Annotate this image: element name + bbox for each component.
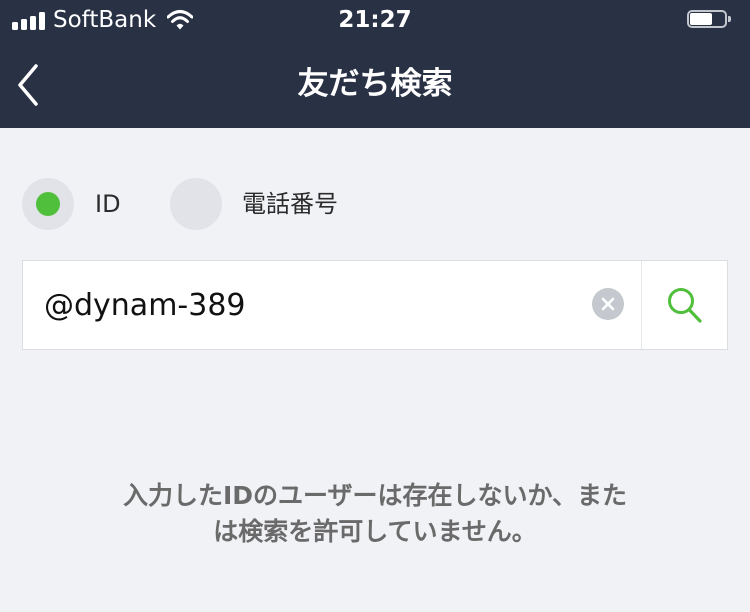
top-bar: SoftBank 21:27 友だち検索 bbox=[0, 0, 750, 128]
search-box bbox=[22, 260, 728, 350]
result-message-line-1: 入力したIDのユーザーは存在しないか、また bbox=[122, 481, 628, 510]
radio-label-id: ID bbox=[95, 190, 121, 218]
page-title: 友だち検索 bbox=[297, 66, 453, 102]
clear-button[interactable] bbox=[592, 288, 624, 320]
status-bar: SoftBank 21:27 bbox=[0, 0, 750, 40]
radio-option-phone[interactable]: 電話番号 bbox=[170, 178, 350, 230]
radio-circle-unselected bbox=[170, 178, 222, 230]
search-icon bbox=[668, 288, 702, 323]
search-input[interactable] bbox=[44, 283, 584, 327]
radio-selected-dot bbox=[36, 192, 60, 216]
clear-icon bbox=[601, 297, 615, 311]
radio-label-phone: 電話番号 bbox=[242, 190, 338, 218]
search-button[interactable] bbox=[642, 261, 728, 349]
radio-circle-selected bbox=[22, 178, 74, 230]
status-time: 21:27 bbox=[338, 7, 412, 33]
result-message: 入力したIDのユーザーは存在しないか、また は検索を許可していません。 bbox=[60, 478, 690, 550]
battery-icon bbox=[687, 10, 732, 30]
radio-option-id[interactable]: ID bbox=[22, 178, 132, 230]
result-message-line-2: は検索を許可していません。 bbox=[213, 517, 537, 546]
